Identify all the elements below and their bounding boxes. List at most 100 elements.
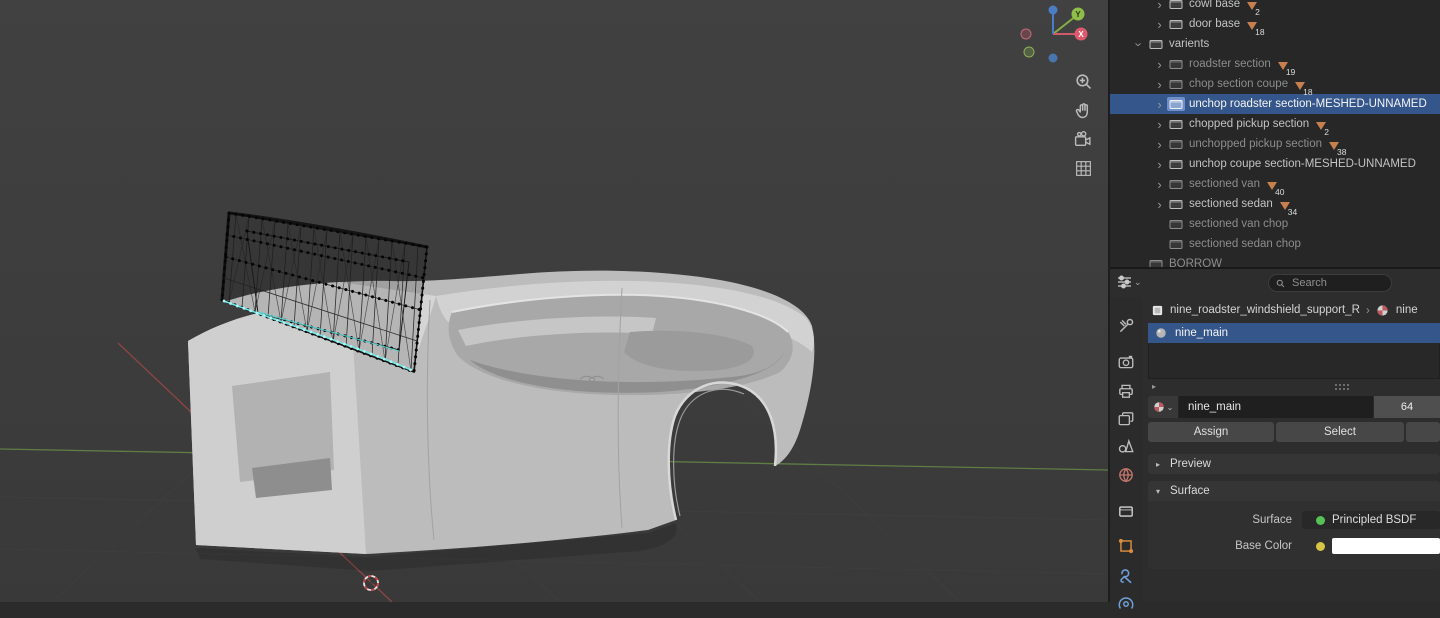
material-browse-button[interactable]: ⌄ xyxy=(1148,396,1179,418)
breadcrumb-material[interactable]: nine xyxy=(1396,304,1418,316)
expand-arrow-icon[interactable] xyxy=(1152,138,1167,151)
material-name-field[interactable]: nine_main xyxy=(1179,396,1373,418)
outliner-editor[interactable]: cowl base 2 door base 18 varients roadst… xyxy=(1110,0,1440,269)
tab-view-layer-icon[interactable] xyxy=(1117,410,1135,428)
collection-icon xyxy=(1167,97,1185,111)
collection-icon xyxy=(1147,257,1165,267)
pan-hand-icon[interactable] xyxy=(1072,99,1094,121)
material-users-count[interactable]: 64 xyxy=(1373,396,1440,418)
breadcrumb: nine_roadster_windshield_support_R nine xyxy=(1142,297,1440,323)
base-color-label: Base Color xyxy=(1235,540,1292,552)
tab-scene-icon[interactable] xyxy=(1117,437,1135,455)
expand-arrow-icon[interactable] xyxy=(1152,158,1167,171)
tab-output-icon[interactable] xyxy=(1117,382,1135,400)
surface-shader-dropdown[interactable]: Principled BSDF xyxy=(1302,511,1440,529)
properties-editor[interactable]: ⌄ nine_roadster_windshield_support_R xyxy=(1110,269,1440,609)
chevron-right-icon xyxy=(1366,303,1370,317)
outliner-row[interactable]: roadster section 19 xyxy=(1110,54,1440,77)
mesh-count-badge: 34 xyxy=(1279,199,1299,217)
gizmo-axis-y-neg xyxy=(1023,46,1035,58)
tab-collection-icon[interactable] xyxy=(1117,502,1135,520)
properties-search[interactable] xyxy=(1268,274,1392,292)
collection-icon xyxy=(1167,77,1185,91)
panel-surface-body: Surface Principled BSDF Base Color xyxy=(1148,501,1440,569)
collapse-arrow-icon[interactable] xyxy=(1132,38,1147,51)
camera-view-icon[interactable] xyxy=(1072,128,1094,150)
filter-expand-icon[interactable]: ▸ xyxy=(1152,382,1156,391)
editor-type-button[interactable]: ⌄ xyxy=(1117,275,1142,289)
expand-arrow-icon[interactable] xyxy=(1152,0,1167,11)
outliner-row[interactable]: unchopped pickup section 38 xyxy=(1110,134,1440,157)
material-slot-name: nine_main xyxy=(1175,327,1229,339)
outliner-row[interactable]: chop section coupe 18 xyxy=(1110,74,1440,97)
zoom-icon[interactable] xyxy=(1072,70,1094,92)
collection-icon xyxy=(1167,157,1185,171)
expand-arrow-icon[interactable] xyxy=(1152,98,1167,111)
expand-arrow-icon[interactable] xyxy=(1152,178,1167,191)
panel-collapsed-icon xyxy=(1156,460,1164,469)
tab-render-icon[interactable] xyxy=(1117,353,1135,371)
object-data-icon xyxy=(1150,303,1164,317)
mesh-count-badge: 38 xyxy=(1329,139,1348,157)
gizmo-axis-x-neg xyxy=(1020,28,1032,40)
expand-arrow-icon[interactable] xyxy=(1152,78,1167,91)
tab-world-icon[interactable] xyxy=(1117,466,1135,484)
collection-icon xyxy=(1167,197,1185,211)
search-input[interactable] xyxy=(1290,276,1384,290)
outliner-row[interactable]: chopped pickup section 2 xyxy=(1110,114,1440,137)
tab-object-icon[interactable] xyxy=(1117,537,1135,555)
expand-arrow-icon[interactable] xyxy=(1152,118,1167,131)
material-sphere-icon xyxy=(1376,303,1390,317)
material-sphere-icon xyxy=(1153,402,1164,412)
outliner-row[interactable]: sectioned sedan chop xyxy=(1110,234,1440,254)
breadcrumb-object[interactable]: nine_roadster_windshield_support_R xyxy=(1170,304,1360,316)
outliner-row[interactable]: cowl base 2 xyxy=(1110,0,1440,17)
material-slot-active[interactable]: nine_main xyxy=(1148,323,1440,343)
search-icon xyxy=(1276,279,1285,287)
tab-physics-icon[interactable] xyxy=(1117,595,1135,613)
gizmo-axis-z xyxy=(1048,5,1058,15)
collection-icon xyxy=(1167,237,1185,251)
collection-icon xyxy=(1167,117,1185,131)
shader-socket-icon xyxy=(1316,515,1325,525)
mesh-count-badge: 18 xyxy=(1247,19,1266,37)
collection-icon xyxy=(1167,137,1185,151)
expand-arrow-icon[interactable] xyxy=(1152,18,1167,31)
outliner-row-selected[interactable]: unchop roadster section-MESHED-UNNAMED xyxy=(1110,94,1440,114)
mesh-count-badge: 19 xyxy=(1277,59,1297,77)
orthographic-grid-icon[interactable] xyxy=(1072,157,1094,179)
outliner-row[interactable]: varients xyxy=(1110,34,1440,54)
tab-tool-icon[interactable] xyxy=(1117,317,1135,335)
mesh-count-badge: 2 xyxy=(1316,119,1331,137)
outliner-row[interactable]: BORROW xyxy=(1110,254,1440,267)
gizmo-y-label: Y xyxy=(1075,10,1081,19)
outliner-row[interactable]: door base 18 xyxy=(1110,14,1440,37)
panel-expanded-icon xyxy=(1156,487,1164,496)
mesh-count-badge: 40 xyxy=(1266,179,1286,197)
outliner-row[interactable]: sectioned van 40 xyxy=(1110,174,1440,197)
resize-grip[interactable] xyxy=(1334,383,1350,390)
outliner-row[interactable]: sectioned van chop xyxy=(1110,214,1440,234)
collection-icon xyxy=(1167,217,1185,231)
assign-button[interactable]: Assign xyxy=(1148,422,1274,442)
viewport-3d[interactable]: X Y xyxy=(0,0,1110,602)
deselect-button-clipped[interactable] xyxy=(1406,422,1440,442)
select-button[interactable]: Select xyxy=(1276,422,1404,442)
collection-icon xyxy=(1167,17,1185,31)
gizmo-axis-z-neg xyxy=(1048,53,1058,63)
properties-tab-strip[interactable] xyxy=(1110,297,1142,609)
properties-header: ⌄ xyxy=(1110,269,1440,297)
collection-icon xyxy=(1167,57,1185,71)
expand-arrow-icon[interactable] xyxy=(1152,198,1167,211)
base-color-swatch[interactable] xyxy=(1332,538,1440,554)
surface-label: Surface xyxy=(1252,514,1292,526)
chevron-down-icon: ⌄ xyxy=(1166,402,1174,412)
outliner-row[interactable]: unchop coupe section-MESHED-UNNAMED xyxy=(1110,154,1440,174)
collection-icon xyxy=(1167,177,1185,191)
panel-surface-header[interactable]: Surface xyxy=(1148,481,1440,501)
expand-arrow-icon[interactable] xyxy=(1152,58,1167,71)
material-slot-list[interactable]: nine_main xyxy=(1148,323,1440,379)
panel-preview-header[interactable]: Preview xyxy=(1148,454,1440,474)
outliner-row[interactable]: sectioned sedan 34 xyxy=(1110,194,1440,217)
tab-modifiers-icon[interactable] xyxy=(1117,567,1135,585)
